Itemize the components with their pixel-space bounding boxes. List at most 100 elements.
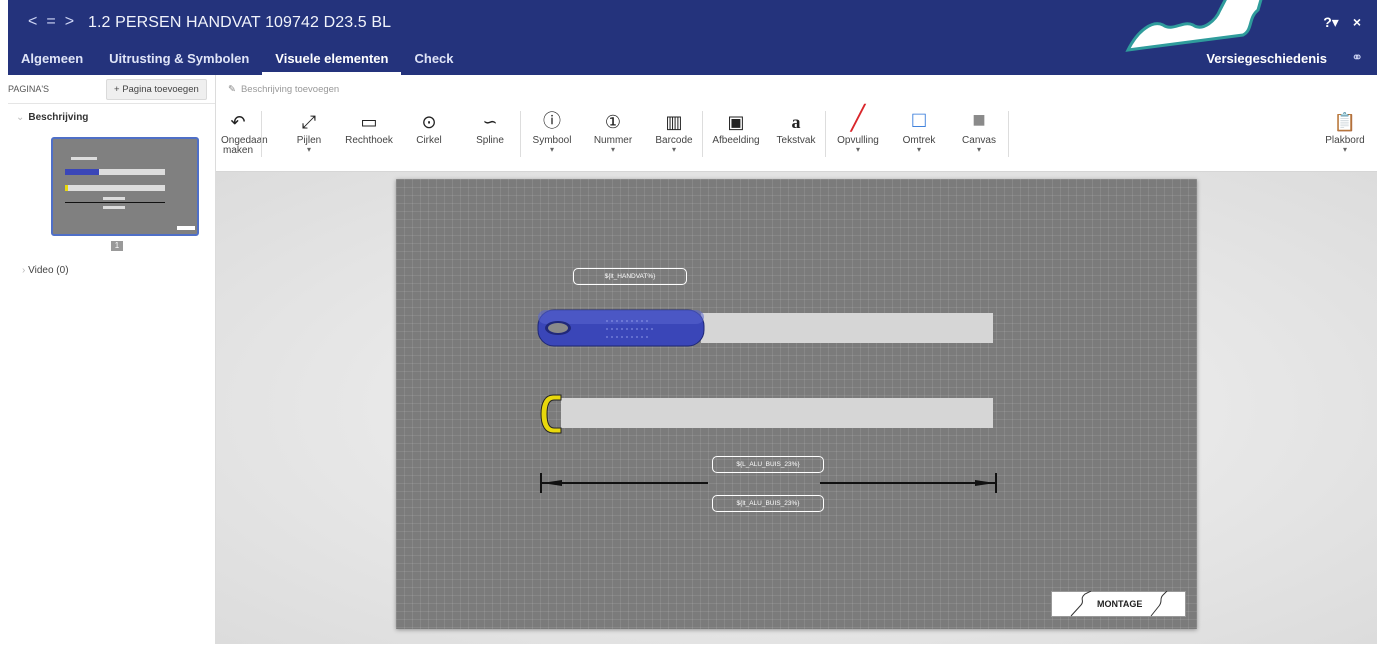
thumb-handle [65,169,99,175]
caret-down-icon: ▾ [306,145,311,154]
label-handvat[interactable]: ${lt_HANDVAT%} [573,268,687,285]
caret-down-icon: ▾ [1342,145,1347,154]
link-icon[interactable]: ⚭ [1351,49,1363,66]
end-cap[interactable] [539,393,565,435]
back-icon[interactable]: < [28,13,37,31]
tube-top[interactable] [701,313,993,343]
thumb-tube-2 [65,185,165,191]
top-bar: < = > 1.2 PERSEN HANDVAT 109742 D23.5 BL… [8,0,1377,75]
dimension-line[interactable] [538,471,1000,495]
separator [702,111,703,157]
exclamation-circle-icon: ⓘ [543,111,561,131]
chevron-down-icon: ⌄ [16,112,25,123]
window-bottom-edge [0,644,1377,648]
handle-grip[interactable] [536,307,706,349]
description-bar[interactable]: ✎ Beschrijving toevoegen [216,75,1377,104]
app-window: < = > 1.2 PERSEN HANDVAT 109742 D23.5 BL… [0,0,1377,648]
chevron-right-icon: › [22,265,26,276]
label-alu-buis-2[interactable]: ${lt_ALU_BUIS_23%} [712,495,824,512]
pencil-icon: ✎ [228,83,236,95]
separator [261,111,262,157]
navigation: < = > [28,13,74,31]
thumb-label-3 [103,206,125,209]
page-thumbnail[interactable] [51,137,199,236]
add-page-button[interactable]: + Pagina toevoegen [106,78,207,100]
caret-down-icon: ▾ [916,145,921,154]
window-left-edge [0,0,8,648]
montage-label: MONTAGE [1097,599,1143,609]
fill-none-icon: ╱ [850,105,866,132]
description-placeholder: Beschrijving toevoegen [240,83,340,95]
rectangle-button[interactable]: ▭ Rechthoek [340,103,398,171]
drawing-toolbar: ↶ Ongedaan maken ⤢ Pijlen ▾ ▭ Rechthoek … [216,103,1377,172]
document-title: 1.2 PERSEN HANDVAT 109742 D23.5 BL [88,14,392,31]
canvas-area: ${lt_HANDVAT%} ${L_ALU_BUIS_23%} ${lt_AL… [216,172,1377,644]
circle-button[interactable]: ⊙ Cirkel [414,103,444,171]
undo-button[interactable]: ↶ Ongedaan maken [221,103,268,171]
arrow-diagonal-icon: ⤢ [301,112,317,132]
separator [520,111,521,157]
drawing-canvas[interactable]: ${lt_HANDVAT%} ${L_ALU_BUIS_23%} ${lt_AL… [396,179,1197,629]
symbol-button[interactable]: ⓘ Symbool ▾ [530,103,574,171]
caret-down-icon: ▾ [976,145,981,154]
tab-check[interactable]: Check [401,42,466,75]
window-controls: ?▾ × [1323,14,1361,31]
thumb-montage [177,226,195,230]
montage-stamp[interactable]: MONTAGE [1051,591,1186,617]
circle-label: Cirkel [416,135,442,146]
pages-panel: PAGINA'S + Pagina toevoegen ⌄ Beschrijvin… [8,75,216,644]
section-video[interactable]: › Video (0) [22,265,69,276]
image-button[interactable]: ▣ Afbeelding [708,103,764,171]
thumb-label [71,157,97,160]
fill-button[interactable]: ╱ Opvulling ▾ [833,103,883,171]
stroke-button[interactable]: □ Omtrek ▾ [898,103,940,171]
clipboard-button[interactable]: 📋 Plakbord ▾ [1320,103,1370,171]
section-beschrijving[interactable]: ⌄ Beschrijving [8,104,215,123]
caret-down-icon: ▾ [855,145,860,154]
add-page-label: Pagina toevoegen [122,83,199,95]
menu-icon[interactable]: = [46,13,55,31]
caret-down-icon: ▾ [671,145,676,154]
arrows-button[interactable]: ⤢ Pijlen ▾ [290,103,328,171]
thumb-dimension [65,202,165,203]
canvas-button[interactable]: ■ Canvas ▾ [960,103,998,171]
textbox-label: Tekstvak [776,135,816,146]
number-button[interactable]: ① Nummer ▾ [590,103,636,171]
spline-button[interactable]: ∽ Spline [473,103,507,171]
undo-label: Ongedaan maken [221,135,268,156]
thumb-cap [65,185,68,191]
separator [1008,111,1009,157]
forward-icon[interactable]: > [65,13,74,31]
puzzle-piece-decoration [1125,0,1263,52]
barcode-icon: ▥ [665,112,683,132]
textbox-icon: a [791,112,801,132]
circle-icon: ⊙ [421,112,437,132]
image-icon: ▣ [727,112,745,132]
textbox-button[interactable]: a Tekstvak [773,103,819,171]
close-icon[interactable]: × [1353,14,1361,31]
plus-icon: + [114,83,123,95]
tab-bar: Algemeen Uitrusting & Symbolen Visuele e… [8,42,467,75]
question-circle-icon[interactable]: ?▾ [1323,14,1339,31]
spline-label: Spline [476,135,504,146]
tab-visuele-elementen[interactable]: Visuele elementen [262,42,402,75]
undo-icon: ↶ [230,112,246,132]
clipboard-icon: 📋 [1333,112,1357,132]
thumb-label-2 [103,197,125,200]
rectangle-label: Rechthoek [345,135,393,146]
page-number: 1 [111,241,123,251]
spline-icon: ∽ [482,112,498,132]
pages-header: PAGINA'S + Pagina toevoegen [8,75,215,104]
version-history-link[interactable]: Versiegeschiedenis [1206,51,1327,66]
tab-uitrusting-symbolen[interactable]: Uitrusting & Symbolen [96,42,262,75]
section-label: Beschrijving [28,112,89,123]
tab-algemeen[interactable]: Algemeen [8,42,96,75]
barcode-button[interactable]: ▥ Barcode ▾ [652,103,696,171]
stroke-square-icon: □ [912,107,926,132]
tube-bottom[interactable] [561,398,993,428]
pages-label: PAGINA'S [8,84,50,94]
canvas-square-icon: ■ [972,107,986,132]
video-label: Video (0) [28,265,69,276]
caret-down-icon: ▾ [549,145,554,154]
image-label: Afbeelding [712,135,760,146]
